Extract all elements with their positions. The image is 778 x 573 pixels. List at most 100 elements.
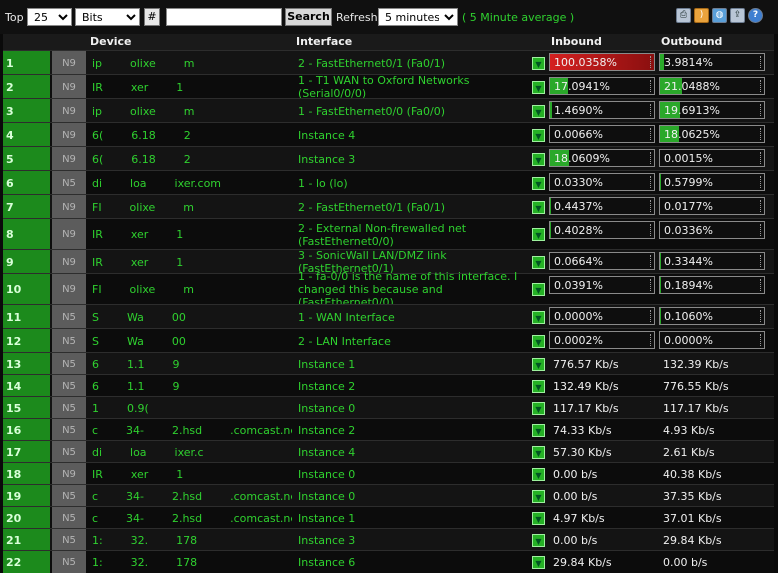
search-input[interactable] — [166, 8, 282, 26]
outbound-column-header[interactable]: Outbound — [661, 35, 722, 48]
interface-link[interactable]: 2 - FastEthernet0/1 (Fa0/1) — [298, 51, 526, 75]
table-row[interactable]: 15 N5 1 0.9(Instance 0 ▼ 117.17 Kb/s 117.17 K… — [3, 396, 774, 419]
row-dropdown-icon[interactable]: ▼ — [532, 105, 545, 118]
row-dropdown-icon[interactable]: ▼ — [532, 57, 545, 70]
device-link[interactable]: 1: 32. 178 — [92, 551, 292, 573]
interface-column-header[interactable]: Interface — [296, 35, 352, 48]
row-dropdown-icon[interactable]: ▼ — [532, 424, 545, 437]
device-link[interactable]: 6( 6.18 2 — [92, 147, 292, 171]
device-link[interactable]: FI olixe m — [92, 195, 292, 219]
device-link[interactable]: 6( 6.18 2 — [92, 123, 292, 147]
device-link[interactable]: 6 1.1 9 — [92, 375, 292, 397]
interface-link[interactable]: 1 - WAN Interface — [298, 305, 526, 329]
top-count-select[interactable]: 25 — [27, 8, 72, 26]
device-link[interactable]: di loa ixer.c — [92, 441, 292, 463]
table-row[interactable]: 20 N5 c 34- 2.hsd .comcast.net Instance 1 ▼ 4… — [3, 506, 774, 529]
interface-link[interactable]: 1 - FastEthernet0/0 (Fa0/0) — [298, 99, 526, 123]
row-dropdown-icon[interactable]: ▼ — [532, 534, 545, 547]
help-icon[interactable]: ? — [748, 8, 763, 23]
row-dropdown-icon[interactable]: ▼ — [532, 81, 545, 94]
device-link[interactable]: IR xer 1 — [92, 463, 292, 485]
device-link[interactable]: ip olixe m — [92, 99, 292, 123]
printer-icon[interactable]: ⎙ — [676, 8, 691, 23]
device-link[interactable]: IR xer 1 — [92, 219, 292, 250]
row-dropdown-icon[interactable]: ▼ — [532, 512, 545, 525]
rss-icon[interactable]: ) — [694, 8, 709, 23]
table-row[interactable]: 1 N9 ip olixe m2 - FastEthernet0/1 (Fa0/1)… — [3, 50, 774, 75]
device-link[interactable]: IR xer 1 — [92, 250, 292, 274]
row-dropdown-icon[interactable]: ▼ — [532, 201, 545, 214]
interface-link[interactable]: Instance 0 — [298, 463, 526, 485]
table-row[interactable]: 13 N5 6 1.1 9 Instance 1 ▼ 776.57 Kb/s 132.39 … — [3, 352, 774, 375]
device-link[interactable]: ip olixe m — [92, 51, 292, 75]
interface-link[interactable]: 2 - External Non-firewalled net (FastEth… — [298, 219, 526, 250]
row-dropdown-icon[interactable]: ▼ — [532, 335, 545, 348]
interface-link[interactable]: Instance 4 — [298, 123, 526, 147]
table-row[interactable]: 4 N9 6( 6.18 2 Instance 4 ▼ 0.0066% 18.0625% — [3, 122, 774, 147]
export-icon[interactable]: ⇪ — [730, 8, 745, 23]
table-row[interactable]: 21 N5 1: 32. 178 Instance 3 ▼ 0.00 b/s 29.84 K… — [3, 528, 774, 551]
device-link[interactable]: c 34- 2.hsd .comcast.net — [92, 419, 292, 441]
row-dropdown-icon[interactable]: ▼ — [532, 358, 545, 371]
table-row[interactable]: 2 N9 IR xer 11 - T1 WAN to Oxford Networks… — [3, 74, 774, 100]
interface-link[interactable]: Instance 1 — [298, 353, 526, 375]
device-link[interactable]: 1 0.9( — [92, 397, 292, 419]
globe-icon[interactable]: ◍ — [712, 8, 727, 23]
interface-link[interactable]: 1 - fa-0/0 is the name of this interface… — [298, 270, 526, 309]
device-link[interactable]: FI olixe m — [92, 274, 292, 305]
interface-link[interactable]: Instance 3 — [298, 529, 526, 551]
interface-link[interactable]: 2 - LAN Interface — [298, 329, 526, 353]
refresh-select[interactable]: 5 minutes — [378, 8, 458, 26]
table-row[interactable]: 14 N5 6 1.1 9 Instance 2 ▼ 132.49 Kb/s 776.55 … — [3, 374, 774, 397]
hash-button[interactable]: # — [144, 8, 160, 26]
table-row[interactable]: 22 N5 1: 32. 178 Instance 6 ▼ 29.84 Kb/s 0.00 … — [3, 550, 774, 573]
table-row[interactable]: 3 N9 ip olixe m1 - FastEthernet0/0 (Fa0/0)… — [3, 98, 774, 123]
table-row[interactable]: 12 N5 S Wa 00 2 - LAN Interface ▼ 0.0002% 0.00… — [3, 328, 774, 353]
search-button[interactable]: Search — [285, 8, 332, 26]
table-row[interactable]: 17 N5 di loa ixer.c Instance 4 ▼ 57.30 Kb/s 2.… — [3, 440, 774, 463]
row-dropdown-icon[interactable]: ▼ — [532, 256, 545, 269]
table-row[interactable]: 11 N5 S Wa 00 1 - WAN Interface ▼ 0.0000% 0.10… — [3, 304, 774, 329]
device-link[interactable]: c 34- 2.hsd .comcast.net — [92, 485, 292, 507]
interface-link[interactable]: 2 - FastEthernet0/1 (Fa0/1) — [298, 195, 526, 219]
table-row[interactable]: 18 N9 IR xer 1 Instance 0 ▼ 0.00 b/s 40.38 Kb/… — [3, 462, 774, 485]
row-dropdown-icon[interactable]: ▼ — [532, 556, 545, 569]
row-dropdown-icon[interactable]: ▼ — [532, 402, 545, 415]
table-row[interactable]: 7 N9 FI olixe m2 - FastEthernet0/1 (Fa0/1)… — [3, 194, 774, 219]
device-column-header[interactable]: Device — [90, 35, 132, 48]
units-select[interactable]: Bits — [75, 8, 140, 26]
device-link[interactable]: c 34- 2.hsd .comcast.net — [92, 507, 292, 529]
row-dropdown-icon[interactable]: ▼ — [532, 446, 545, 459]
row-dropdown-icon[interactable]: ▼ — [532, 177, 545, 190]
device-link[interactable]: 1: 32. 178 — [92, 529, 292, 551]
table-row[interactable]: 19 N5 c 34- 2.hsd .comcast.net Instance 0 ▼ 0… — [3, 484, 774, 507]
inbound-column-header[interactable]: Inbound — [551, 35, 602, 48]
row-dropdown-icon[interactable]: ▼ — [532, 283, 545, 296]
interface-link[interactable]: Instance 4 — [298, 441, 526, 463]
interface-link[interactable]: Instance 2 — [298, 419, 526, 441]
interface-link[interactable]: Instance 3 — [298, 147, 526, 171]
table-row[interactable]: 10 N9 FI olixe m1 - fa-0/0 is the name of … — [3, 270, 774, 309]
table-row[interactable]: 6 N5 di loa ixer.com 1 - lo (lo) ▼ 0.0330% 0.5… — [3, 170, 774, 195]
interface-link[interactable]: Instance 2 — [298, 375, 526, 397]
row-dropdown-icon[interactable]: ▼ — [532, 468, 545, 481]
interface-link[interactable]: Instance 1 — [298, 507, 526, 529]
device-link[interactable]: S Wa 00 — [92, 305, 292, 329]
device-link[interactable]: 6 1.1 9 — [92, 353, 292, 375]
table-row[interactable]: 8 N9 IR xer 12 - External Non-firewalled n… — [3, 218, 774, 250]
device-link[interactable]: IR xer 1 — [92, 75, 292, 99]
row-dropdown-icon[interactable]: ▼ — [532, 380, 545, 393]
row-dropdown-icon[interactable]: ▼ — [532, 129, 545, 142]
table-row[interactable]: 5 N9 6( 6.18 2 Instance 3 ▼ 18.0609% 0.0015% — [3, 146, 774, 171]
interface-link[interactable]: Instance 6 — [298, 551, 526, 573]
row-dropdown-icon[interactable]: ▼ — [532, 153, 545, 166]
row-dropdown-icon[interactable]: ▼ — [532, 490, 545, 503]
interface-link[interactable]: 1 - T1 WAN to Oxford Networks (Serial0/0… — [298, 74, 526, 100]
row-dropdown-icon[interactable]: ▼ — [532, 228, 545, 241]
interface-link[interactable]: Instance 0 — [298, 397, 526, 419]
table-row[interactable]: 16 N5 c 34- 2.hsd .comcast.net Instance 2 ▼ 7… — [3, 418, 774, 441]
device-link[interactable]: S Wa 00 — [92, 329, 292, 353]
row-dropdown-icon[interactable]: ▼ — [532, 311, 545, 324]
device-link[interactable]: di loa ixer.com — [92, 171, 292, 195]
interface-link[interactable]: 1 - lo (lo) — [298, 171, 526, 195]
